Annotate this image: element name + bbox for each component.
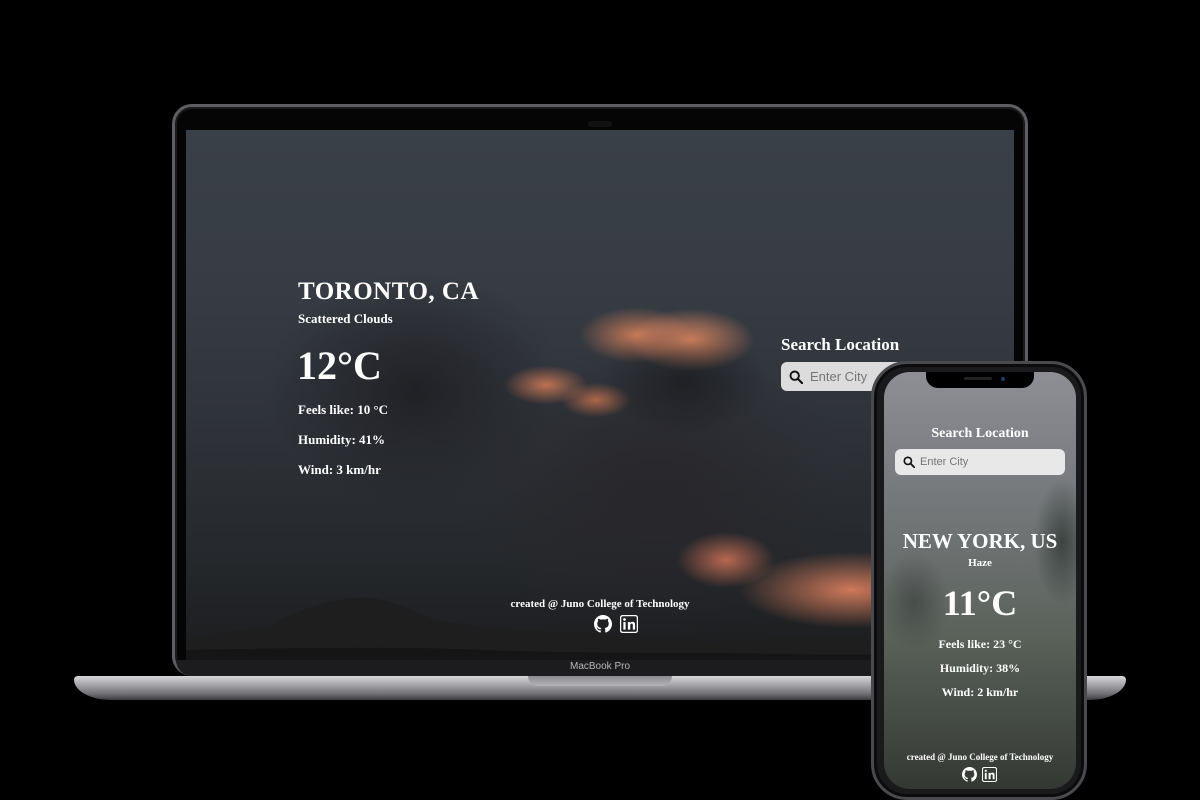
city-search-input[interactable] — [920, 456, 1060, 468]
phone-speaker — [964, 377, 992, 380]
wind: Wind: 3 km/hr — [298, 462, 381, 477]
search-title: Search Location — [781, 335, 900, 354]
city-name: TORONTO, CA — [298, 278, 480, 305]
mobile-weather-app: Search Location NEW YORK, US Haze 11°C F… — [884, 372, 1076, 789]
phone-camera — [1001, 377, 1005, 381]
weather-description: Haze — [968, 557, 992, 569]
laptop-opening-groove — [528, 676, 672, 686]
linkedin-icon[interactable] — [620, 615, 638, 633]
weather-description: Scattered Clouds — [298, 311, 393, 326]
github-icon[interactable] — [594, 615, 612, 633]
temperature: 11°C — [942, 583, 1018, 623]
feels-like: Feels like: 10 °C — [298, 402, 389, 417]
humidity: Humidity: 41% — [298, 432, 386, 447]
search-icon — [789, 370, 803, 384]
temperature: 12°C — [297, 343, 382, 388]
city-name: NEW YORK, US — [902, 529, 1058, 553]
humidity: Humidity: 38% — [939, 661, 1021, 675]
feels-like: Feels like: 23 °C — [938, 637, 1022, 651]
footer-credit: created @ Juno College of Technology — [906, 752, 1054, 762]
phone-notch — [926, 372, 1034, 388]
search-title: Search Location — [931, 426, 1029, 441]
search-bar[interactable] — [895, 449, 1065, 475]
laptop-camera — [588, 121, 612, 127]
social-links — [594, 615, 638, 633]
github-icon[interactable] — [962, 767, 977, 782]
social-links — [962, 767, 997, 782]
wind: Wind: 2 km/hr — [941, 685, 1019, 699]
search-icon — [903, 456, 915, 468]
linkedin-icon[interactable] — [982, 767, 997, 782]
